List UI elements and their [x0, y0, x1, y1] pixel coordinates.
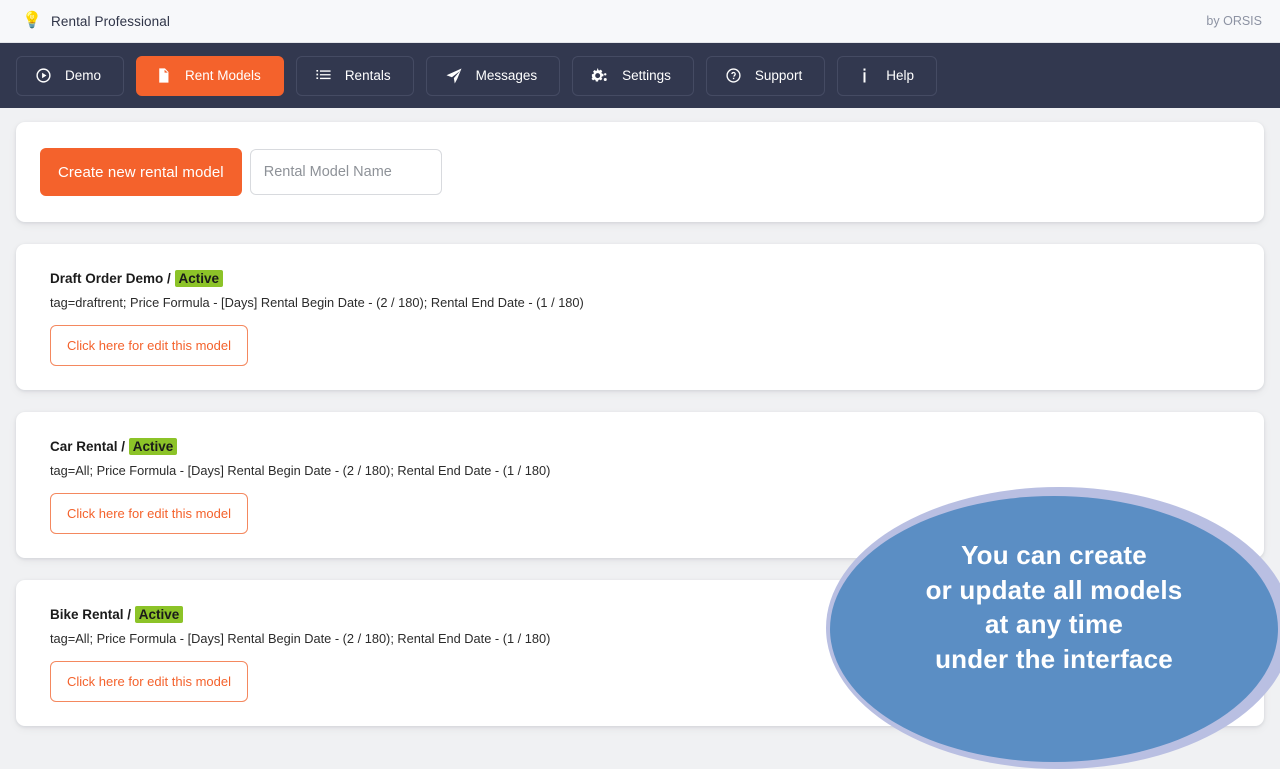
nav-item-label: Rentals [344, 68, 391, 83]
nav-item-label: Help [886, 68, 914, 83]
edit-model-button[interactable]: Click here for edit this model [50, 661, 248, 703]
nav-item-label: Demo [65, 68, 102, 83]
status-badge: Active [134, 606, 184, 624]
status-badge: Active [174, 270, 224, 287]
model-title-separator: / [163, 271, 175, 286]
info-icon [856, 67, 873, 84]
callout-bubble: You can create or update all models at a… [830, 496, 1278, 762]
edit-model-button[interactable]: Click here for edit this model [50, 493, 248, 535]
status-badge: Active [128, 438, 178, 456]
nav-item-settings[interactable]: Settings [572, 55, 694, 96]
list-icon [315, 67, 332, 84]
model-title: Car Rental / Active [50, 438, 1240, 456]
nav-item-support[interactable]: Support [705, 55, 826, 96]
vendor-byline: by ORSIS [1206, 14, 1262, 28]
brand: 💡 Rental Professional [22, 11, 170, 31]
model-title-separator: / [117, 439, 129, 455]
document-icon [155, 67, 172, 84]
model-name: Car Rental [50, 439, 118, 455]
nav-item-help[interactable]: Help [837, 55, 937, 96]
nav-item-rentals[interactable]: Rentals [295, 55, 414, 96]
callout-text: You can create or update all models at a… [925, 540, 1183, 674]
create-model-panel: Create new rental model [16, 122, 1264, 222]
nav-item-messages[interactable]: Messages [425, 55, 561, 96]
paper-plane-icon [445, 67, 463, 85]
nav-item-rent-models[interactable]: Rent Models [136, 55, 284, 96]
model-title-separator: / [123, 607, 135, 623]
nav-item-label: Support [754, 68, 803, 83]
model-description: tag=draftrent; Price Formula - [Days] Re… [50, 295, 584, 311]
model-title: Draft Order Demo / Active [50, 270, 1240, 288]
create-new-rental-model-button[interactable]: Create new rental model [40, 148, 242, 196]
nav-item-demo[interactable]: Demo [16, 55, 125, 96]
lightbulb-icon: 💡 [22, 12, 42, 29]
rental-model-name-input[interactable] [249, 149, 442, 195]
model-name: Draft Order Demo [50, 271, 164, 286]
top-brand-bar: 💡 Rental Professional by ORSIS [0, 0, 1280, 43]
model-card: Draft Order Demo / Active tag=draftrent;… [16, 244, 1264, 391]
nav-item-label: Messages [475, 68, 538, 83]
play-circle-icon [35, 67, 52, 84]
nav-item-label: Settings [622, 68, 671, 83]
model-name: Bike Rental [50, 607, 124, 623]
nav-item-label: Rent Models [185, 68, 261, 83]
model-description: tag=All; Price Formula - [Days] Rental B… [50, 463, 551, 479]
main-navigation: Demo Rent Models Rentals Messages Settin… [0, 43, 1280, 108]
app-title: Rental Professional [51, 13, 170, 29]
edit-model-button[interactable]: Click here for edit this model [50, 325, 248, 367]
question-circle-icon [725, 67, 742, 84]
gears-icon [591, 67, 609, 85]
